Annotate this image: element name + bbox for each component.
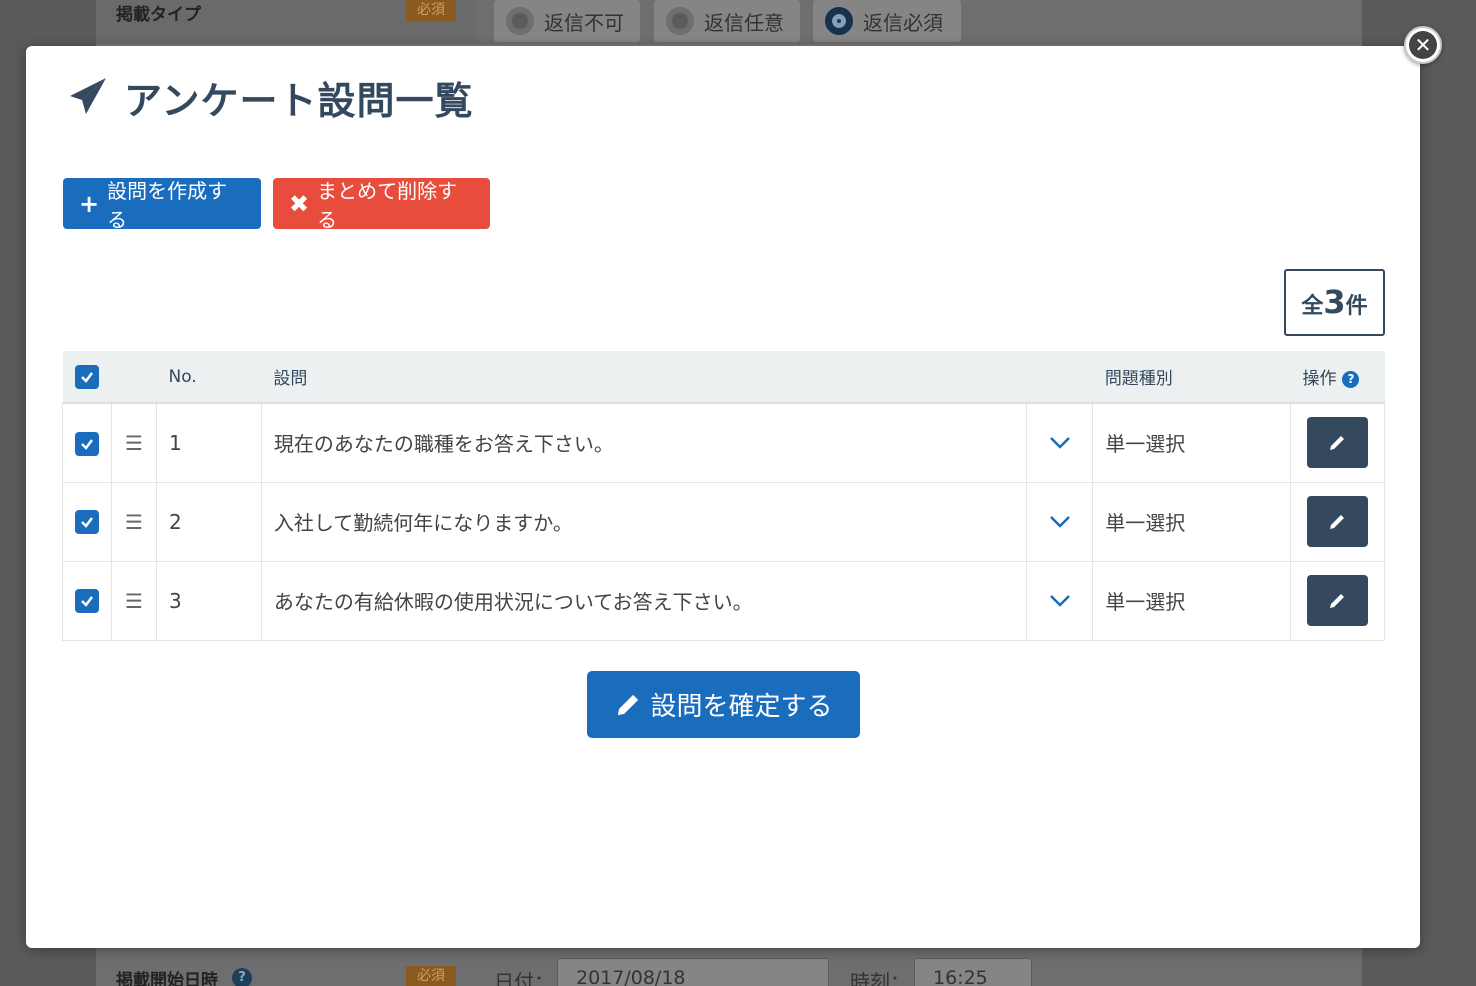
close-icon: ✕ (1409, 31, 1437, 59)
drag-handle[interactable]: ☰ (111, 560, 157, 641)
plus-icon: + (79, 189, 100, 218)
chevron-down-icon (1049, 594, 1070, 607)
row-checkbox[interactable] (75, 431, 99, 456)
row-type: 単一選択 (1092, 560, 1291, 641)
row-checkbox-cell (62, 481, 112, 562)
row-checkbox[interactable] (75, 589, 99, 614)
row-operation-cell (1289, 481, 1386, 562)
drag-handle[interactable]: ☰ (111, 402, 157, 483)
radio-reply-disallowed[interactable]: 返信不可 (494, 0, 640, 42)
radio-reply-optional[interactable]: 返信任意 (654, 0, 800, 42)
select-all-cell (62, 351, 112, 404)
modal-title: アンケート設問一覧 (124, 79, 474, 123)
edit-button[interactable] (1306, 575, 1368, 626)
radio-reply-required[interactable]: 返信必須 (813, 0, 961, 42)
x-icon: ✖ (289, 189, 310, 218)
drag-handle-icon: ☰ (125, 588, 143, 613)
row-no: 1 (155, 402, 262, 483)
drag-handle-icon: ☰ (125, 509, 143, 534)
question-table: No. 設問 問題種別 操作? ☰ 1 現在のあなたの職種をお答え下さい。 単一… (62, 351, 1386, 641)
row-no: 2 (155, 481, 262, 562)
bulk-delete-button[interactable]: ✖ まとめて削除する (273, 178, 490, 232)
table-row: ☰ 3 あなたの有給休暇の使用状況についてお答え下さい。 単一選択 (62, 560, 1386, 641)
background-type-label: 掲載タイプ (116, 5, 201, 25)
header-question: 設問 (261, 351, 1027, 404)
total-count-badge: 全 3 件 (1284, 269, 1385, 336)
question-list-modal: アンケート設問一覧 + 設問を作成する ✖ まとめて削除する 全 3 件 No.… (26, 46, 1420, 948)
paper-plane-icon (66, 74, 110, 122)
help-icon[interactable]: ? (232, 968, 252, 986)
row-type: 単一選択 (1092, 481, 1291, 562)
header-operation: 操作? (1290, 351, 1385, 404)
help-icon[interactable]: ? (1342, 371, 1360, 388)
confirm-questions-button[interactable]: 設問を確定する (587, 671, 860, 738)
table-header-row: No. 設問 問題種別 操作? (62, 351, 1385, 404)
table-row: ☰ 2 入社して勤続何年になりますか。 単一選択 (62, 481, 1386, 562)
drag-handle-icon: ☰ (125, 430, 143, 455)
pencil-icon (618, 694, 639, 715)
background-required-badge-2: 必須 (406, 966, 456, 986)
row-operation-cell (1289, 560, 1386, 641)
edit-button[interactable] (1306, 417, 1368, 469)
expand-toggle[interactable] (1026, 402, 1094, 483)
expand-toggle[interactable] (1026, 560, 1094, 641)
modal-header: アンケート設問一覧 (66, 70, 473, 125)
radio-dot-icon (666, 7, 694, 35)
header-no: No. (156, 351, 262, 404)
table-row: ☰ 1 現在のあなたの職種をお答え下さい。 単一選択 (62, 402, 1386, 483)
chevron-down-icon (1049, 436, 1070, 449)
create-question-button[interactable]: + 設問を作成する (63, 178, 261, 232)
header-type: 問題種別 (1092, 351, 1291, 404)
select-all-checkbox[interactable] (74, 364, 99, 389)
row-checkbox[interactable] (75, 510, 99, 535)
pencil-icon (1330, 435, 1345, 450)
row-type: 単一選択 (1092, 402, 1291, 483)
date-input[interactable]: 2017/08/18 (557, 958, 829, 986)
radio-dot-icon (506, 7, 534, 35)
drag-header-cell (111, 351, 157, 404)
chevron-down-icon (1049, 515, 1070, 528)
background-start-label: 掲載開始日時 (116, 971, 218, 986)
radio-dot-selected-icon (825, 7, 853, 35)
modal-close-button[interactable]: ✕ (1404, 26, 1442, 64)
time-label: 時刻： (850, 970, 910, 986)
edit-button[interactable] (1306, 496, 1368, 547)
row-question: あなたの有給休暇の使用状況についてお答え下さい。 (260, 560, 1028, 641)
pencil-icon (1330, 593, 1345, 608)
row-question: 現在のあなたの職種をお答え下さい。 (260, 402, 1028, 483)
row-operation-cell (1289, 402, 1386, 483)
pencil-icon (1330, 514, 1345, 529)
row-checkbox-cell (62, 560, 112, 641)
row-no: 3 (155, 560, 262, 641)
background-required-badge: 必須 (406, 0, 456, 22)
expand-toggle[interactable] (1026, 481, 1094, 562)
header-expand (1026, 351, 1093, 404)
date-label: 日付： (494, 970, 554, 986)
time-input[interactable]: 16:25 (914, 958, 1032, 986)
drag-handle[interactable]: ☰ (111, 481, 157, 562)
row-question: 入社して勤続何年になりますか。 (260, 481, 1028, 562)
row-checkbox-cell (62, 402, 112, 483)
